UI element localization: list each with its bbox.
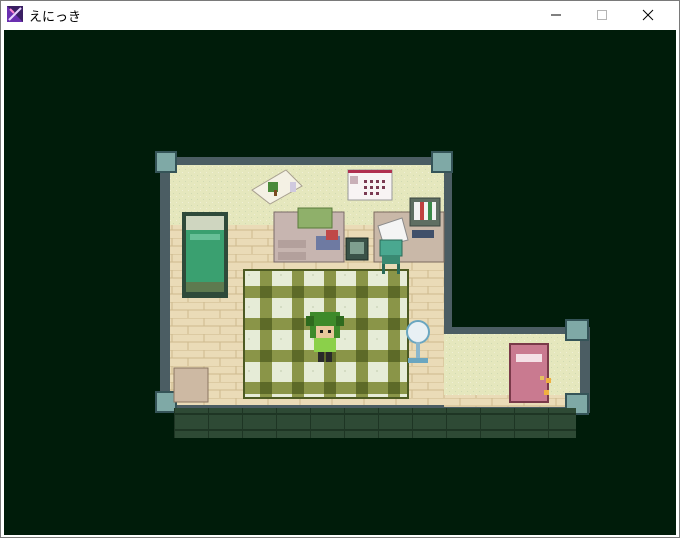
calendar[interactable] xyxy=(347,169,393,201)
title-bar[interactable]: えにっき xyxy=(1,1,679,29)
door[interactable] xyxy=(509,343,551,403)
close-icon xyxy=(642,9,654,21)
dresser[interactable] xyxy=(273,207,345,263)
window-title: えにっき xyxy=(29,10,82,25)
maximize-icon xyxy=(597,10,607,20)
game-viewport[interactable] xyxy=(4,30,676,535)
bed[interactable] xyxy=(182,212,228,298)
tv[interactable] xyxy=(345,237,369,261)
minimize-button[interactable] xyxy=(533,1,579,29)
maximize-button[interactable] xyxy=(579,1,625,29)
close-button[interactable] xyxy=(625,1,671,29)
minimize-icon xyxy=(551,14,561,16)
app-icon xyxy=(7,6,23,22)
app-window: えにっき xyxy=(0,0,680,538)
side-table xyxy=(173,367,209,403)
